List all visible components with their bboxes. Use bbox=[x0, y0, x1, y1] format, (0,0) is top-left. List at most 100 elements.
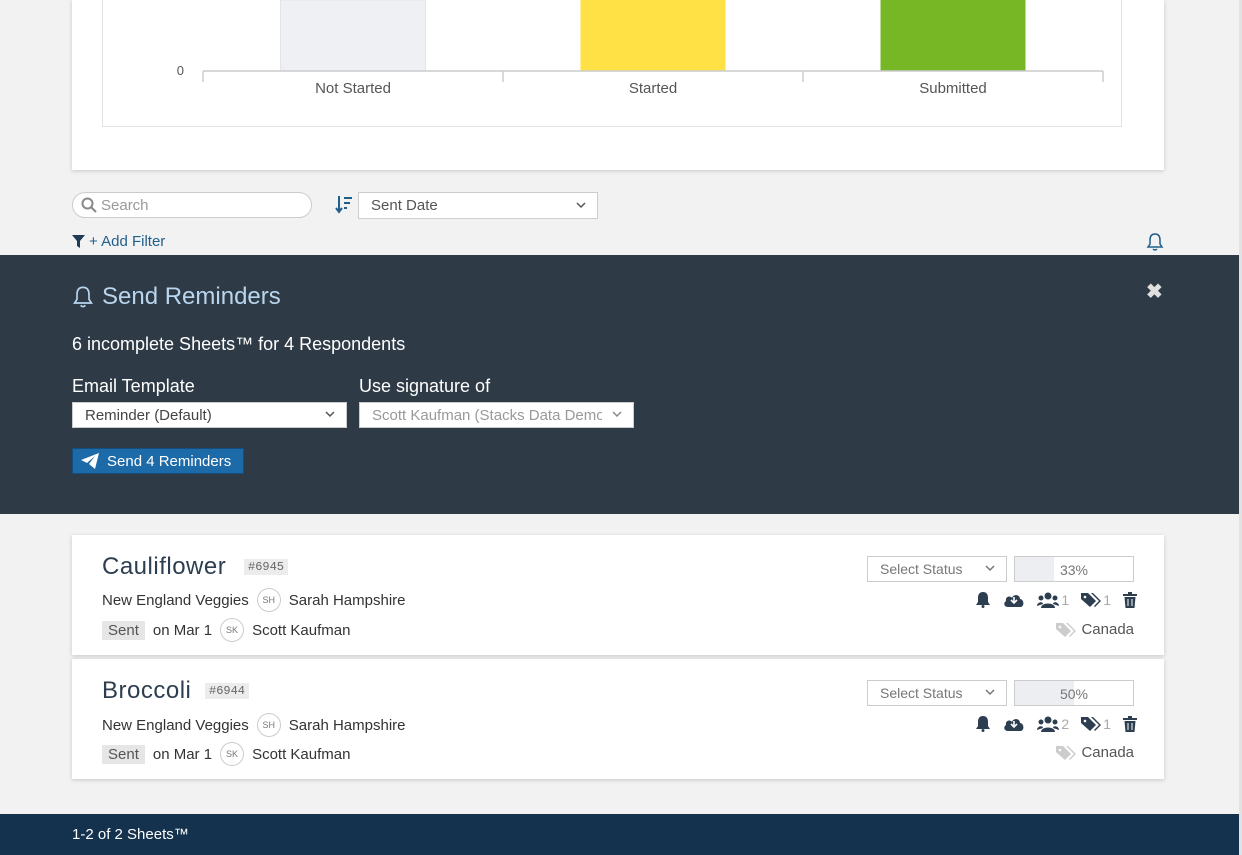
status-chart-card: Not Started Started Submitted 0 bbox=[72, 0, 1164, 170]
organization-name: New England Veggies bbox=[102, 716, 249, 734]
paper-plane-icon bbox=[81, 453, 99, 469]
pagination-footer: 1-2 of 2 Sheets™ bbox=[0, 814, 1239, 855]
sheet-name[interactable]: Cauliflower bbox=[102, 553, 226, 581]
send-reminders-button[interactable]: Send 4 Reminders bbox=[72, 448, 244, 474]
email-template-value: Reminder (Default) bbox=[85, 406, 212, 424]
signature-label: Use signature of bbox=[359, 376, 491, 396]
avatar: SK bbox=[220, 742, 245, 766]
tag-label: Canada bbox=[1081, 621, 1134, 638]
signature-value: Scott Kaufman (Stacks Data Demo bbox=[372, 406, 602, 424]
email-template-select[interactable]: Reminder (Default) bbox=[72, 402, 347, 428]
tag-label: Canada bbox=[1081, 744, 1134, 761]
respondents-count[interactable]: 2 bbox=[1037, 716, 1069, 732]
status-select[interactable]: Select Status bbox=[867, 680, 1007, 706]
chart-x-tick-label: Submitted bbox=[919, 80, 987, 97]
status-badge: Sent bbox=[102, 620, 145, 640]
tags-count[interactable]: 1 bbox=[1081, 592, 1111, 608]
status-select[interactable]: Select Status bbox=[867, 556, 1007, 582]
sheet-name[interactable]: Broccoli bbox=[102, 677, 191, 705]
progress-label: 33% bbox=[1059, 562, 1089, 578]
chart-bar-started bbox=[580, 0, 726, 71]
chevron-down-icon bbox=[325, 411, 335, 418]
sheet-tag[interactable]: Canada bbox=[1056, 621, 1134, 638]
sender-name: Scott Kaufman bbox=[252, 745, 351, 763]
cloud-download-icon[interactable] bbox=[1003, 716, 1025, 732]
status-select-placeholder: Select Status bbox=[880, 685, 963, 701]
respondents-count[interactable]: 1 bbox=[1037, 592, 1069, 608]
tags-count-value: 1 bbox=[1103, 591, 1111, 608]
tags-icon bbox=[1081, 592, 1102, 607]
cloud-download-icon[interactable] bbox=[1003, 592, 1025, 608]
chart-y-tick-label: 0 bbox=[177, 63, 184, 78]
chart-x-tick-label: Started bbox=[629, 80, 677, 97]
tag-icon bbox=[1056, 622, 1077, 637]
status-select-placeholder: Select Status bbox=[880, 561, 963, 577]
send-reminders-label: Send 4 Reminders bbox=[107, 452, 232, 470]
filter-icon bbox=[72, 235, 85, 248]
sheet-actions: 2 1 bbox=[957, 715, 1137, 732]
close-icon[interactable]: ✖ bbox=[1146, 279, 1163, 304]
sent-date: on Mar 1 bbox=[152, 745, 213, 763]
trash-icon[interactable] bbox=[1123, 591, 1137, 608]
avatar: SH bbox=[256, 713, 281, 737]
progress-bar: 33% bbox=[1014, 556, 1134, 582]
chevron-down-icon bbox=[611, 408, 623, 420]
pagination-text: 1-2 of 2 Sheets™ bbox=[72, 826, 189, 843]
reminder-bell-icon[interactable] bbox=[1146, 232, 1164, 252]
progress-bar: 50% bbox=[1014, 680, 1134, 706]
send-reminders-panel: Send Reminders ✖ 6 incomplete Sheets™ fo… bbox=[0, 255, 1239, 514]
trash-icon[interactable] bbox=[1123, 715, 1137, 732]
sheet-id: #6944 bbox=[205, 683, 250, 699]
sheet-card[interactable]: Broccoli #6944 New England Veggies SH Sa… bbox=[72, 659, 1164, 779]
avatar: SH bbox=[256, 588, 281, 612]
bell-icon bbox=[73, 286, 93, 308]
respondent-name: Sarah Hampshire bbox=[288, 716, 406, 734]
sort-select[interactable]: Sent Date bbox=[358, 192, 598, 219]
add-filter-label: + Add Filter bbox=[89, 233, 166, 250]
search-input[interactable] bbox=[101, 196, 301, 214]
status-badge: Sent bbox=[102, 744, 145, 764]
sent-date: on Mar 1 bbox=[152, 621, 213, 639]
reminders-summary: 6 incomplete Sheets™ for 4 Respondents bbox=[72, 334, 406, 354]
sheet-sent-line: Sent on Mar 1 SK Scott Kaufman bbox=[102, 742, 350, 766]
respondents-count-value: 2 bbox=[1061, 715, 1070, 732]
users-icon bbox=[1037, 592, 1060, 608]
sheet-respondent-line: New England Veggies SH Sarah Hampshire bbox=[102, 588, 406, 612]
signature-select[interactable]: Scott Kaufman (Stacks Data Demo bbox=[359, 402, 634, 428]
search-box[interactable] bbox=[72, 192, 312, 218]
add-filter-link[interactable]: + Add Filter bbox=[72, 233, 165, 250]
tags-count[interactable]: 1 bbox=[1081, 716, 1111, 732]
tag-icon bbox=[1056, 745, 1077, 760]
sheet-sent-line: Sent on Mar 1 SK Scott Kaufman bbox=[102, 618, 350, 642]
organization-name: New England Veggies bbox=[102, 591, 249, 609]
chevron-down-icon bbox=[985, 689, 995, 696]
bell-icon[interactable] bbox=[975, 591, 991, 608]
sheet-tag[interactable]: Canada bbox=[1056, 744, 1134, 761]
tags-icon bbox=[1081, 716, 1102, 731]
sort-select-value: Sent Date bbox=[371, 197, 438, 214]
status-chart: Not Started Started Submitted 0 bbox=[102, 0, 1122, 127]
sender-name: Scott Kaufman bbox=[252, 621, 351, 639]
users-icon bbox=[1037, 716, 1060, 732]
chart-bar-not-started bbox=[280, 0, 426, 72]
email-template-label: Email Template bbox=[72, 376, 195, 396]
reminders-title: Send Reminders bbox=[72, 283, 281, 311]
chart-bar-submitted bbox=[880, 0, 1026, 71]
status-chart-svg: Not Started Started Submitted 0 bbox=[177, 0, 1104, 97]
respondent-name: Sarah Hampshire bbox=[288, 591, 406, 609]
chevron-down-icon bbox=[576, 202, 586, 209]
avatar: SK bbox=[220, 618, 245, 642]
sort-descending-icon[interactable] bbox=[335, 194, 353, 214]
sheet-card[interactable]: Cauliflower #6945 New England Veggies SH… bbox=[72, 535, 1164, 655]
chevron-down-icon bbox=[985, 565, 995, 572]
bell-icon[interactable] bbox=[975, 715, 991, 732]
sheet-id: #6945 bbox=[244, 559, 289, 575]
tags-count-value: 1 bbox=[1103, 715, 1111, 732]
respondents-count-value: 1 bbox=[1061, 591, 1070, 608]
search-icon bbox=[81, 197, 97, 213]
reminders-title-text: Send Reminders bbox=[102, 283, 281, 310]
sheet-actions: 1 1 bbox=[957, 591, 1137, 608]
sheet-respondent-line: New England Veggies SH Sarah Hampshire bbox=[102, 713, 406, 737]
chart-x-tick-label: Not Started bbox=[315, 80, 391, 97]
progress-label: 50% bbox=[1059, 686, 1089, 702]
